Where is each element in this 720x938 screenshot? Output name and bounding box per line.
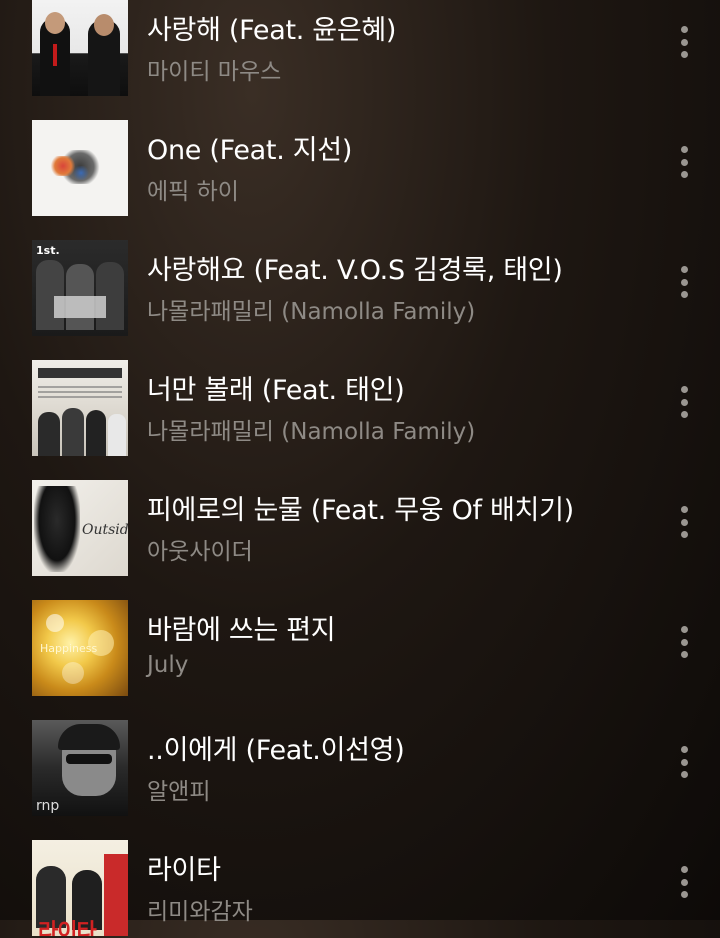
- album-art: 라이타: [32, 840, 128, 936]
- album-art: 1st.: [32, 240, 128, 336]
- track-row[interactable]: 1st. 사랑해요 (Feat. V.O.S 김경록, 태인) 나몰라패밀리 (…: [0, 218, 720, 338]
- track-row[interactable]: Outsider 피에로의 눈물 (Feat. 무웅 Of 배치기) 아웃사이더: [0, 458, 720, 578]
- more-options-icon[interactable]: [670, 742, 698, 782]
- track-row[interactable]: Happiness 바람에 쓰는 편지 July: [0, 578, 720, 698]
- album-art: Happiness: [32, 600, 128, 696]
- track-artist: 나몰라패밀리 (Namolla Family): [147, 419, 476, 445]
- track-artist: 마이티 마우스: [147, 59, 282, 85]
- more-options-icon[interactable]: [670, 862, 698, 902]
- track-artist: 에픽 하이: [147, 179, 239, 205]
- track-artist: 리미와감자: [147, 899, 253, 925]
- album-art: [32, 120, 128, 216]
- track-row[interactable]: 너만 볼래 (Feat. 태인) 나몰라패밀리 (Namolla Family): [0, 338, 720, 458]
- more-options-icon[interactable]: [670, 382, 698, 422]
- track-list: 사랑해 (Feat. 윤은혜) 마이티 마우스 One (Feat. 지선) 에…: [0, 0, 720, 938]
- track-artist: 알앤피: [147, 779, 211, 805]
- album-art: [32, 360, 128, 456]
- album-art-label: 1st.: [36, 244, 60, 257]
- track-row[interactable]: rnp ..이에게 (Feat.이선영) 알앤피: [0, 698, 720, 818]
- more-options-icon[interactable]: [670, 142, 698, 182]
- track-title: ..이에게 (Feat.이선영): [147, 735, 405, 766]
- more-options-icon[interactable]: [670, 502, 698, 542]
- album-art-label: Happiness: [40, 642, 98, 655]
- track-title: 사랑해 (Feat. 윤은혜): [147, 15, 397, 46]
- album-art-label: 라이타: [38, 920, 97, 936]
- track-title: 라이타: [147, 855, 221, 886]
- more-options-icon[interactable]: [670, 22, 698, 62]
- track-title: 피에로의 눈물 (Feat. 무웅 Of 배치기): [147, 495, 574, 526]
- album-art: rnp: [32, 720, 128, 816]
- album-art: [32, 0, 128, 96]
- track-artist: July: [147, 652, 189, 678]
- track-row[interactable]: 사랑해 (Feat. 윤은혜) 마이티 마우스: [0, 0, 720, 98]
- track-row[interactable]: One (Feat. 지선) 에픽 하이: [0, 98, 720, 218]
- more-options-icon[interactable]: [670, 262, 698, 302]
- track-artist: 나몰라패밀리 (Namolla Family): [147, 299, 476, 325]
- track-title: 바람에 쓰는 편지: [147, 615, 336, 646]
- track-title: 사랑해요 (Feat. V.O.S 김경록, 태인): [147, 255, 563, 286]
- track-row[interactable]: 라이타 라이타 리미와감자: [0, 818, 720, 938]
- album-art-label: Outsider: [82, 522, 128, 538]
- more-options-icon[interactable]: [670, 622, 698, 662]
- track-artist: 아웃사이더: [147, 539, 253, 565]
- track-title: One (Feat. 지선): [147, 135, 353, 166]
- album-art-label: rnp: [36, 798, 60, 814]
- album-art: Outsider: [32, 480, 128, 576]
- track-title: 너만 볼래 (Feat. 태인): [147, 375, 405, 406]
